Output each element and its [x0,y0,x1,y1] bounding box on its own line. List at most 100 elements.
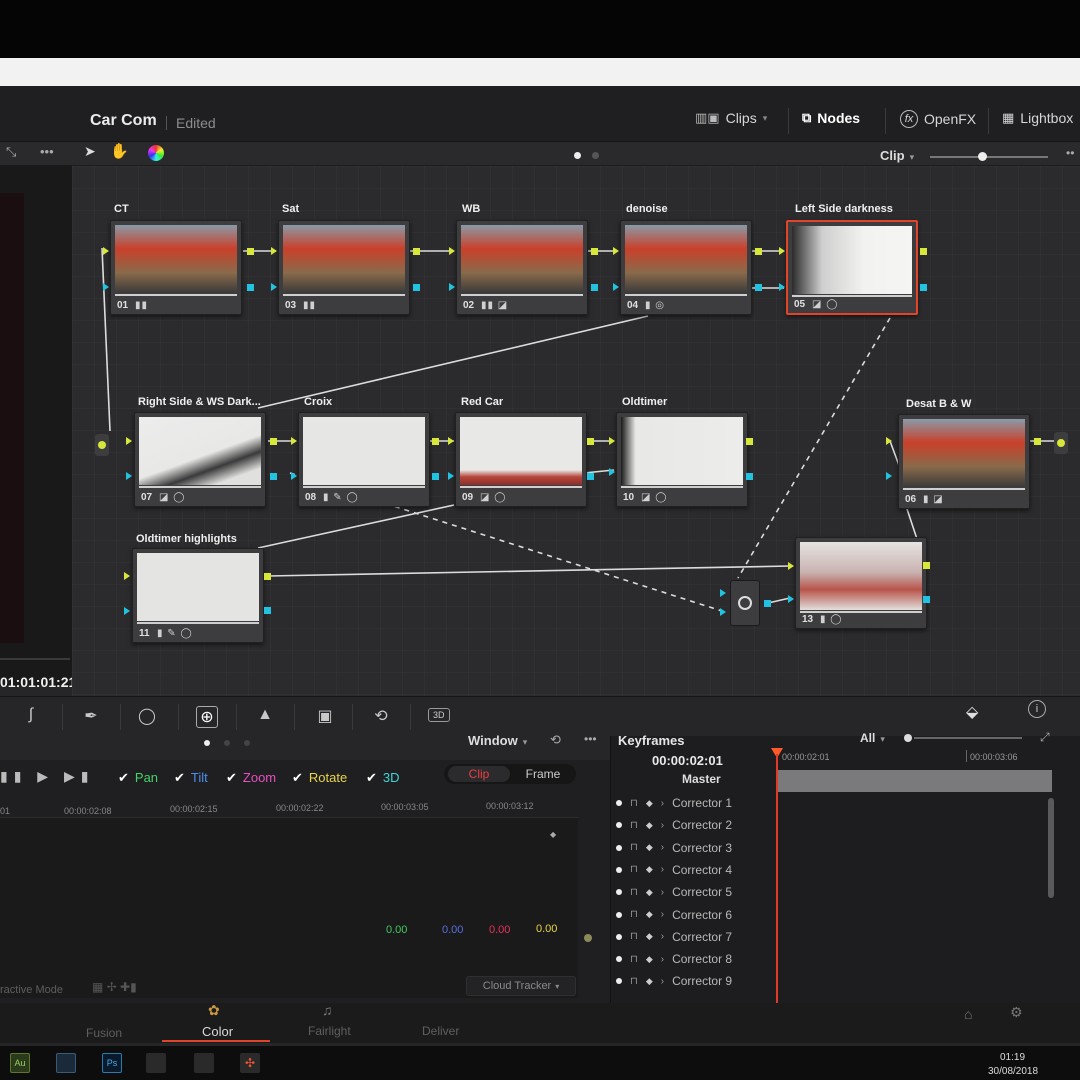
input-arrow[interactable] [449,247,455,255]
node-oldtimer[interactable]: 10 ◪ ◯ [616,412,748,507]
rgb-output-pin[interactable] [923,562,930,569]
key-output-pin[interactable] [432,473,439,480]
input-arrow[interactable] [779,283,785,291]
lock-icon[interactable]: ⊓ [630,798,638,809]
page-dot[interactable] [244,740,250,746]
layer-mixer-node[interactable] [730,580,760,626]
node-denoise[interactable]: 04 ▮ ◎ [620,220,752,315]
value-slider-handle[interactable] [584,934,592,942]
lock-icon[interactable]: ⊓ [630,909,638,920]
input-arrow[interactable] [271,283,277,291]
rotate-check[interactable]: ✔ Rotate [292,770,347,786]
rgb-output-pin[interactable] [746,438,753,445]
playhead-line[interactable] [776,754,778,1004]
node-wb[interactable]: 02 ▮▮ ◪ [456,220,588,315]
lock-icon[interactable]: ⊓ [630,976,638,987]
keyframe-zoom-handle[interactable] [904,734,912,742]
node-oldtimer-highlights[interactable]: 11 ▮ ✎ ◯ [132,548,264,643]
keyframe-diamond-icon[interactable]: ◆ [646,976,653,987]
expand-chevron-icon[interactable]: › [661,798,664,809]
corrector-track-row[interactable]: ⊓ ◆ › Corrector 4 [616,859,732,881]
input-arrow[interactable] [613,247,619,255]
input-arrow[interactable] [886,437,892,445]
expand-chevron-icon[interactable]: › [661,909,664,920]
key-output-pin[interactable] [270,473,277,480]
cloud-tracker-dropdown[interactable]: Cloud Tracker ▾ [466,976,576,996]
rgb-output-pin[interactable] [755,248,762,255]
input-arrow[interactable] [103,247,109,255]
key-output-pin[interactable] [413,284,420,291]
keyframe-diamond-icon[interactable]: ◆ [646,842,653,853]
photoshop-app-icon[interactable]: Ps [102,1053,122,1073]
node-sat[interactable]: 03 ▮▮ [278,220,410,315]
input-arrow[interactable] [613,283,619,291]
curves-icon[interactable]: ∫ [20,706,42,728]
enable-dot-icon[interactable] [616,978,622,985]
enable-dot-icon[interactable] [616,866,622,873]
keyframe-diamond-icon[interactable]: ◆ [646,820,653,831]
corrector-track-row[interactable]: ⊓ ◆ › Corrector 1 [616,792,732,814]
input-arrow[interactable] [788,595,794,603]
add-point-icon[interactable]: ▦ ✢ ✚▮ [92,980,137,994]
rgb-output-pin[interactable] [432,438,439,445]
info-icon[interactable]: i [1028,700,1046,718]
input-arrow[interactable] [271,247,277,255]
rgb-output-pin[interactable] [591,248,598,255]
input-arrow[interactable] [291,472,297,480]
lock-icon[interactable]: ⊓ [630,842,638,853]
settings-gear-icon[interactable]: ⚙ [1010,1004,1023,1021]
node-right-side-ws-dark[interactable]: 07 ◪ ◯ [134,412,266,507]
keyframe-diamond-icon[interactable]: ◆ [646,864,653,875]
rgb-output-pin[interactable] [413,248,420,255]
input-arrow[interactable] [291,437,297,445]
input-arrow[interactable] [779,247,785,255]
audition-app-icon[interactable]: Au [10,1053,30,1073]
input-arrow[interactable] [788,562,794,570]
enable-dot-icon[interactable] [616,911,622,918]
input-arrow[interactable] [103,283,109,291]
expand-chevron-icon[interactable]: › [661,864,664,875]
input-arrow[interactable] [124,572,130,580]
lut-browser-icon[interactable]: ⬙ [966,702,978,722]
expand-chevron-icon[interactable]: › [661,954,664,965]
expand-icon[interactable]: ⤢ [1040,730,1050,745]
key-output-pin[interactable] [923,596,930,603]
input-arrow[interactable] [124,607,130,615]
more-options-icon[interactable]: ••• [584,732,597,746]
blur-icon[interactable]: ▲ [254,706,276,728]
zoom-check[interactable]: ✔ Zoom [226,770,276,786]
lock-icon[interactable]: ⊓ [630,864,638,875]
node-red-car[interactable]: 09 ◪ ◯ [455,412,587,507]
3d-icon[interactable]: 3D [428,708,450,722]
lock-icon[interactable]: ⊓ [630,820,638,831]
window-icon[interactable]: ◯ [136,706,158,728]
node-left-side-darkness[interactable]: 05 ◪ ◯ [786,220,918,315]
keyframe-zoom-track[interactable] [914,737,1022,739]
input-arrow[interactable] [126,472,132,480]
sizing-icon[interactable]: ⟲ [370,706,392,728]
page-tab-fairlight[interactable]: Fairlight [308,1024,351,1038]
enable-dot-icon[interactable] [616,844,622,851]
resolve-app-icon[interactable]: ✣ [240,1053,260,1073]
input-arrow[interactable] [720,589,726,597]
enable-dot-icon[interactable] [616,889,622,896]
enable-dot-icon[interactable] [616,822,622,829]
lock-icon[interactable]: ⊓ [630,887,638,898]
source-input[interactable] [95,434,109,456]
keyframe-diamond-icon[interactable]: ◆ [646,931,653,942]
key-output-pin[interactable] [764,600,771,607]
clip-tab[interactable]: Clip [448,766,510,782]
node-croix[interactable]: 08 ▮ ✎ ◯ [298,412,430,507]
lock-icon[interactable]: ⊓ [630,954,638,965]
tracker-icon[interactable]: ⊕ [196,706,218,728]
window-dropdown[interactable]: Window ▾ [468,733,527,748]
key-output-pin[interactable] [755,284,762,291]
key-output-pin[interactable] [920,284,927,291]
input-arrow[interactable] [720,608,726,616]
rgb-output-pin[interactable] [270,438,277,445]
browser-app-icon[interactable] [194,1053,214,1073]
keyframe-diamond-icon[interactable]: ◆ [646,887,653,898]
corrector-track-row[interactable]: ⊓ ◆ › Corrector 2 [616,814,732,836]
corrector-track-row[interactable]: ⊓ ◆ › Corrector 7 [616,926,732,948]
expand-chevron-icon[interactable]: › [661,842,664,853]
